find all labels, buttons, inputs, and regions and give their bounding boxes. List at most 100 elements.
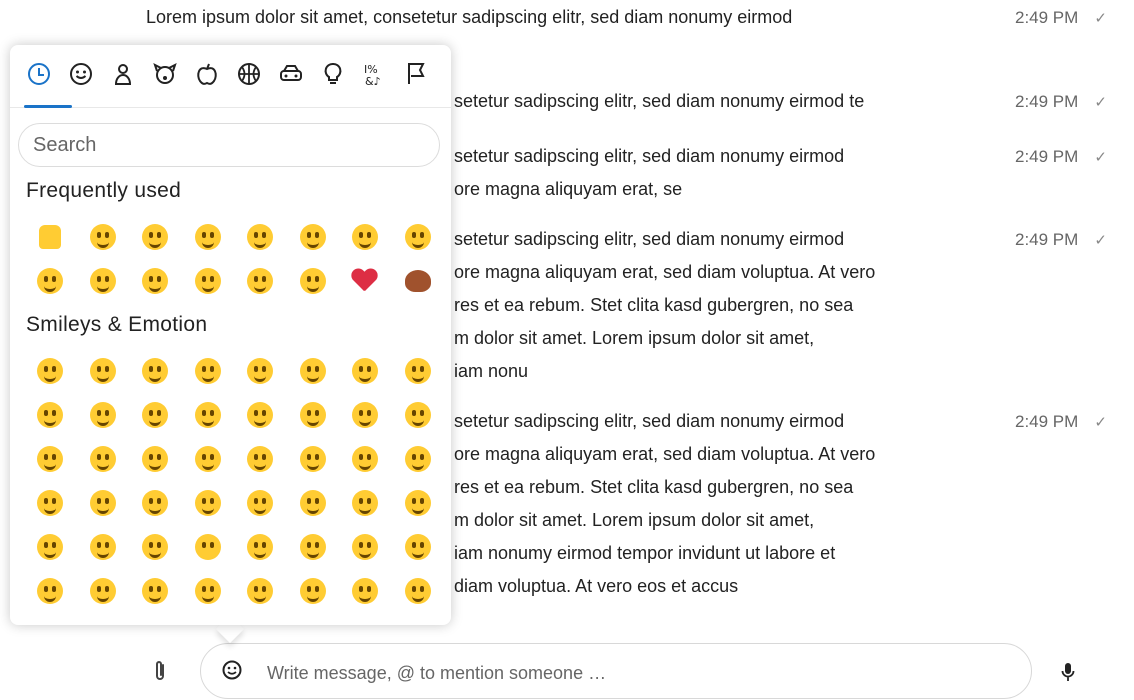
person-icon[interactable]: [110, 61, 140, 91]
activity-icon[interactable]: [236, 61, 266, 91]
message-input-wrapper: [200, 643, 1032, 699]
tongue-icon[interactable]: [339, 437, 392, 481]
sob-icon[interactable]: [234, 259, 287, 303]
blush-icon[interactable]: [182, 393, 235, 437]
sweat-smile-icon[interactable]: [339, 215, 392, 259]
drooling-icon[interactable]: [234, 569, 287, 613]
wink-icon[interactable]: [129, 393, 182, 437]
message-3-line-2: ore magna aliquyam erat, se: [454, 179, 683, 199]
sleeping-icon[interactable]: [287, 569, 340, 613]
laughing-icon[interactable]: [234, 349, 287, 393]
smiling-hearts-icon[interactable]: [287, 393, 340, 437]
attachment-icon[interactable]: [150, 659, 170, 683]
rofl-icon[interactable]: [339, 349, 392, 393]
message-5: setetur sadipscing elitr, sed diam nonum…: [454, 405, 1134, 603]
joy-icon[interactable]: [392, 349, 445, 393]
neutral-icon[interactable]: [77, 525, 130, 569]
relaxed-icon[interactable]: [129, 437, 182, 481]
svg-text:&♪: &♪: [365, 75, 381, 87]
smiley-icon[interactable]: [68, 61, 98, 91]
kissing-smiling-eyes-icon[interactable]: [234, 437, 287, 481]
active-category-indicator: [24, 105, 72, 108]
kissing-closed-eyes-icon[interactable]: [182, 437, 235, 481]
travel-icon[interactable]: [278, 61, 308, 91]
kissing-heart-icon[interactable]: [129, 215, 182, 259]
microphone-icon[interactable]: [1060, 660, 1076, 684]
thinking-icon[interactable]: [339, 481, 392, 525]
upside-down-icon[interactable]: [77, 393, 130, 437]
section-title-smileys-emotion: Smileys & Emotion: [26, 313, 208, 336]
yum-icon[interactable]: [287, 437, 340, 481]
no-mouth-icon[interactable]: [182, 525, 235, 569]
message-5-line-5: iam nonumy eirmod tempor invidunt ut lab…: [454, 543, 836, 563]
emoji-row: [24, 215, 444, 259]
smiley-icon[interactable]: [77, 349, 130, 393]
money-mouth-icon[interactable]: [129, 481, 182, 525]
winking-tongue-icon[interactable]: [287, 215, 340, 259]
grin-icon[interactable]: [182, 349, 235, 393]
slight-smile-icon[interactable]: [24, 393, 77, 437]
smile-icon[interactable]: [129, 349, 182, 393]
scream-icon[interactable]: [24, 259, 77, 303]
recent-icon[interactable]: [26, 61, 56, 91]
raised-eyebrow-icon[interactable]: [24, 525, 77, 569]
emoji-picker: I%&♪ Frequently used S: [10, 45, 451, 625]
message-5-time: 2:49 PM: [1015, 412, 1079, 431]
objects-icon[interactable]: [320, 61, 350, 91]
squinting-tongue-icon[interactable]: [77, 481, 130, 525]
joy-icon[interactable]: [392, 215, 445, 259]
kissing-heart-icon[interactable]: [24, 437, 77, 481]
emoji-row: [24, 525, 444, 569]
lying-icon[interactable]: [24, 569, 77, 613]
food-icon[interactable]: [194, 61, 224, 91]
innocent-icon[interactable]: [234, 393, 287, 437]
thumbs-up-icon[interactable]: [24, 215, 77, 259]
unamused-icon[interactable]: [129, 259, 182, 303]
expressionless-icon[interactable]: [129, 525, 182, 569]
message-1-line-1: Lorem ipsum dolor sit amet, consetetur s…: [146, 7, 793, 27]
message-2-meta: 2:49 PM ✓: [1015, 92, 1107, 112]
smirk-icon[interactable]: [234, 525, 287, 569]
unamused-icon[interactable]: [287, 525, 340, 569]
relieved-icon[interactable]: [77, 569, 130, 613]
grimacing-icon[interactable]: [392, 525, 445, 569]
rolling-eyes-icon[interactable]: [339, 525, 392, 569]
symbols-icon[interactable]: I% &♪: [362, 61, 392, 91]
shushing-icon[interactable]: [287, 481, 340, 525]
emoji-row: [24, 259, 444, 303]
grinning-icon[interactable]: [24, 349, 77, 393]
emoji-button-icon[interactable]: [221, 659, 243, 681]
kissing-icon[interactable]: [77, 437, 130, 481]
laughing-icon[interactable]: [234, 215, 287, 259]
winking-tongue-icon[interactable]: [392, 437, 445, 481]
sweat-smile-icon[interactable]: [287, 349, 340, 393]
poo-icon[interactable]: [392, 259, 445, 303]
disappointed-icon[interactable]: [77, 259, 130, 303]
red-heart-icon[interactable]: [339, 259, 392, 303]
weary-icon[interactable]: [182, 259, 235, 303]
animal-icon[interactable]: [152, 61, 182, 91]
message-composer: [0, 640, 1134, 700]
message-1: Lorem ipsum dolor sit amet, consetetur s…: [146, 1, 946, 34]
pensive-icon[interactable]: [129, 569, 182, 613]
grinning-icon[interactable]: [77, 215, 130, 259]
thermometer-icon[interactable]: [392, 569, 445, 613]
heart-eyes-icon[interactable]: [339, 393, 392, 437]
delivered-check-icon: ✓: [1094, 232, 1107, 249]
mask-icon[interactable]: [339, 569, 392, 613]
hand-over-mouth-icon[interactable]: [234, 481, 287, 525]
message-input[interactable]: [265, 654, 1009, 692]
heart-eyes-icon[interactable]: [182, 215, 235, 259]
zany-icon[interactable]: [24, 481, 77, 525]
sleepy-icon[interactable]: [182, 569, 235, 613]
emoji-search-input[interactable]: [18, 123, 440, 167]
delivered-check-icon: ✓: [1094, 94, 1107, 111]
flags-icon[interactable]: [404, 61, 434, 91]
star-struck-icon[interactable]: [392, 393, 445, 437]
zipper-mouth-icon[interactable]: [392, 481, 445, 525]
emoji-row: [24, 569, 444, 613]
sunglasses-icon[interactable]: [287, 259, 340, 303]
hugging-icon[interactable]: [182, 481, 235, 525]
message-5-line-3: res et ea rebum. Stet clita kasd gubergr…: [454, 477, 854, 497]
message-1-meta: 2:49 PM ✓: [1015, 8, 1107, 28]
